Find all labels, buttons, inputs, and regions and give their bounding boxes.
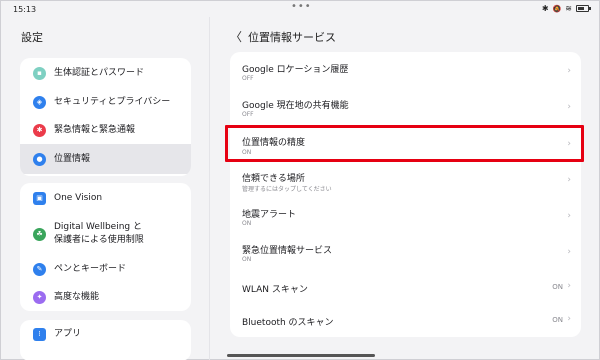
sidebar-item-label: アプリ: [54, 328, 82, 339]
battery-icon: [576, 5, 591, 12]
screen: 15:13 ••• ✱ 🔕 ≋ 設定 ▪ 生体認証とパスワード ◈ セキュリティ…: [0, 0, 600, 360]
sidebar-item-label: 緊急情報と緊急通報: [54, 124, 136, 135]
row-title: WLAN スキャン: [242, 285, 308, 295]
row-title: Google 現在地の共有機能: [242, 101, 349, 111]
status-icons: ✱ 🔕 ≋: [541, 4, 591, 13]
row-title: 地震アラート: [242, 210, 297, 220]
chevron-right-icon: ›: [567, 314, 571, 324]
sidebar-item-location[interactable]: ● 位置情報: [20, 144, 191, 174]
lock-icon: ▪: [33, 66, 46, 80]
row-status: OFF: [242, 75, 254, 82]
sidebar-item-wellbeing[interactable]: ☘ Digital Wellbeing と 保護者による使用制限: [20, 217, 191, 251]
sidebar-item-advanced[interactable]: ✦ 高度な機能: [20, 283, 191, 311]
sidebar-item-label: 高度な機能: [54, 291, 100, 302]
chevron-right-icon: ›: [567, 102, 571, 112]
row-trusted-places[interactable]: 信頼できる場所 管理するにはタップしてください ›: [230, 162, 581, 198]
gesture-handle[interactable]: [227, 354, 375, 357]
status-time: 15:13: [13, 5, 37, 14]
row-title: 緊急位置情報サービス: [242, 246, 333, 256]
row-status: OFF: [242, 111, 254, 118]
sidebar-item-label: 位置情報: [54, 153, 91, 164]
wellbeing-label-line2: 保護者による使用制限: [54, 235, 144, 245]
row-title: Google ロケーション履歴: [242, 65, 349, 75]
row-google-location-history[interactable]: Google ロケーション履歴 OFF ›: [230, 52, 581, 90]
settings-title: 設定: [21, 31, 43, 44]
pane-divider: [209, 17, 210, 360]
bluetooth-icon: ✱: [541, 4, 549, 13]
row-wlan-scan[interactable]: WLAN スキャン ON ›: [230, 270, 581, 304]
advanced-icon: ✦: [33, 290, 46, 304]
row-emergency-location-service[interactable]: 緊急位置情報サービス ON ›: [230, 234, 581, 270]
sidebar-item-label: 生体認証とパスワード: [54, 67, 145, 78]
sidebar-item-pen-keyboard[interactable]: ✎ ペンとキーボード: [20, 255, 191, 283]
sidebar-item-label: セキュリティとプライバシー: [54, 96, 171, 107]
wellbeing-label-line1: Digital Wellbeing と: [54, 222, 142, 232]
back-icon[interactable]: 〈: [230, 28, 242, 45]
wellbeing-icon: ☘: [33, 227, 46, 241]
sidebar-item-security[interactable]: ◈ セキュリティとプライバシー: [20, 88, 191, 116]
sidebar-item-label: Digital Wellbeing と 保護者による使用制限: [54, 221, 144, 247]
location-icon: ●: [33, 152, 46, 166]
highlight-box: [225, 125, 584, 162]
row-status: ON: [242, 220, 252, 227]
sidebar-item-apps[interactable]: ⁞ アプリ: [20, 320, 191, 348]
row-status: ON: [242, 256, 252, 263]
row-bluetooth-scan[interactable]: Bluetooth のスキャン ON ›: [230, 304, 581, 337]
row-google-location-sharing[interactable]: Google 現在地の共有機能 OFF ›: [230, 90, 581, 126]
settings-group-1: ▪ 生体認証とパスワード ◈ セキュリティとプライバシー ✱ 緊急情報と緊急通報…: [20, 58, 191, 176]
chevron-right-icon: ›: [567, 175, 571, 185]
status-bar: 15:13 ••• ✱ 🔕 ≋: [1, 1, 600, 17]
row-earthquake-alerts[interactable]: 地震アラート ON ›: [230, 198, 581, 234]
shield-icon: ◈: [33, 95, 46, 109]
apps-icon: ⁞: [33, 327, 46, 341]
sidebar-item-emergency[interactable]: ✱ 緊急情報と緊急通報: [20, 116, 191, 144]
row-value: ON: [552, 283, 563, 291]
location-services-list: Google ロケーション履歴 OFF › Google 現在地の共有機能 OF…: [230, 52, 581, 337]
settings-group-3: ⁞ アプリ: [20, 320, 191, 360]
page-title: 位置情報サービス: [248, 31, 336, 44]
row-status: 管理するにはタップしてください: [242, 186, 332, 193]
mute-icon: 🔕: [552, 4, 562, 13]
row-title: 信頼できる場所: [242, 174, 305, 184]
emergency-icon: ✱: [33, 123, 46, 137]
chevron-right-icon: ›: [567, 247, 571, 257]
sidebar-item-one-vision[interactable]: ▣ One Vision: [20, 184, 191, 212]
row-title: Bluetooth のスキャン: [242, 318, 334, 328]
one-vision-icon: ▣: [33, 191, 46, 205]
pen-icon: ✎: [33, 262, 46, 276]
settings-group-2: ▣ One Vision ☘ Digital Wellbeing と 保護者によ…: [20, 183, 191, 311]
row-value: ON: [552, 316, 563, 324]
window-dots[interactable]: •••: [291, 1, 312, 12]
sidebar-item-label: ペンとキーボード: [54, 263, 127, 274]
sidebar-item-label: One Vision: [54, 192, 103, 203]
wifi-icon: ≋: [565, 4, 572, 13]
sidebar-item-biometrics[interactable]: ▪ 生体認証とパスワード: [20, 59, 191, 87]
chevron-right-icon: ›: [567, 281, 571, 291]
chevron-right-icon: ›: [567, 211, 571, 221]
chevron-right-icon: ›: [567, 66, 571, 76]
